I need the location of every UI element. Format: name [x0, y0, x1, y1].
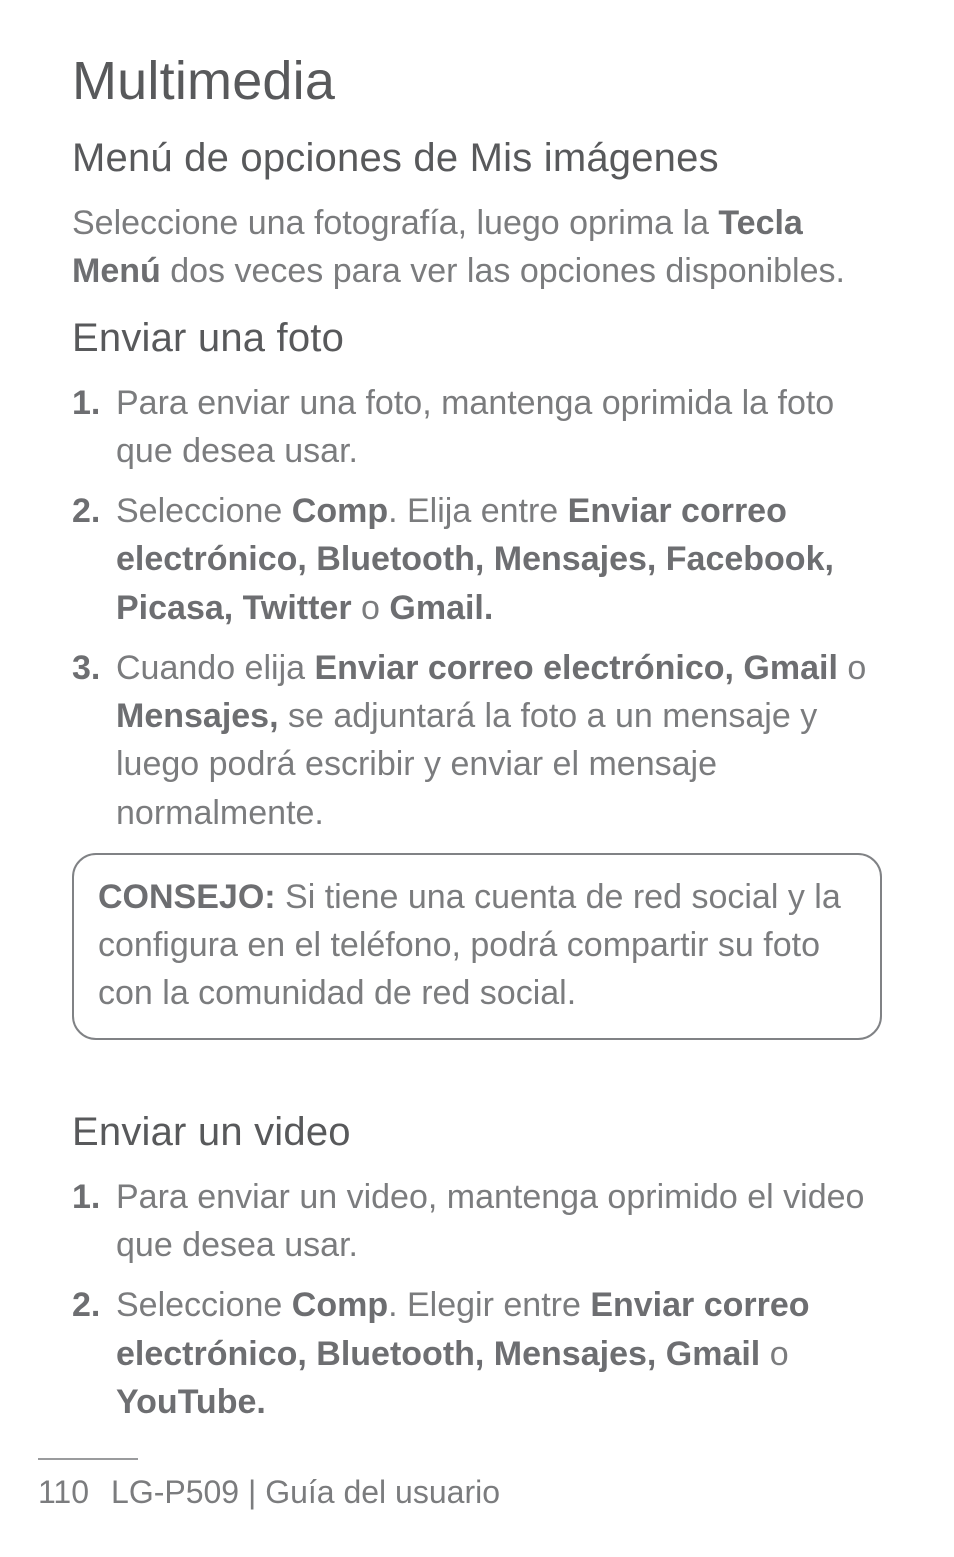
step-number: 3. — [72, 644, 100, 692]
text-run: o — [838, 649, 866, 687]
text-run: Seleccione — [116, 1286, 292, 1324]
list-item: 3. Cuando elija Enviar correo electrónic… — [72, 644, 882, 837]
step-number: 2. — [72, 487, 100, 535]
page-footer: 110 LG-P509 | Guía del usuario — [0, 1458, 954, 1511]
text-run: Seleccione una fotografía, luego oprima … — [72, 204, 718, 242]
text-run: . Elegir entre — [388, 1286, 590, 1324]
section-heading-enviar-foto: Enviar una foto — [72, 316, 882, 361]
tip-label: CONSEJO: — [98, 878, 276, 916]
section-heading-enviar-video: Enviar un video — [72, 1110, 882, 1155]
step-text: Para enviar un video, mantenga oprimido … — [116, 1178, 864, 1264]
bold-mensajes: Mensajes, — [116, 697, 279, 735]
list-item: 2. Seleccione Comp. Elija entre Enviar c… — [72, 487, 882, 632]
text-run: dos veces para ver las opciones disponib… — [161, 252, 845, 290]
text-run: Seleccione — [116, 492, 292, 530]
list-item: 1. Para enviar un video, mantenga oprimi… — [72, 1173, 882, 1270]
document-id: LG-P509 | Guía del usuario — [111, 1474, 500, 1510]
step-number: 1. — [72, 379, 100, 427]
document-page: Multimedia Menú de opciones de Mis imáge… — [0, 0, 954, 1557]
footer-text: 110 LG-P509 | Guía del usuario — [38, 1474, 954, 1511]
section-1-paragraph: Seleccione una fotografía, luego oprima … — [72, 199, 882, 296]
enviar-foto-steps: 1. Para enviar una foto, mantenga oprimi… — [72, 379, 882, 837]
tip-box: CONSEJO: Si tiene una cuenta de red soci… — [72, 853, 882, 1040]
list-item: 1. Para enviar una foto, mantenga oprimi… — [72, 379, 882, 476]
enviar-video-steps: 1. Para enviar un video, mantenga oprimi… — [72, 1173, 882, 1426]
text-run: o — [770, 1335, 789, 1373]
text-run: Cuando elija — [116, 649, 314, 687]
page-title: Multimedia — [72, 50, 882, 112]
section-heading-menu-opciones: Menú de opciones de Mis imágenes — [72, 136, 882, 181]
bold-comp: Comp — [292, 1286, 388, 1324]
list-item: 2. Seleccione Comp. Elegir entre Enviar … — [72, 1281, 882, 1426]
bold-gmail: Gmail. — [389, 589, 493, 627]
step-text: Para enviar una foto, mantenga oprimida … — [116, 384, 834, 470]
page-number: 110 — [38, 1474, 89, 1511]
footer-rule — [38, 1458, 138, 1460]
bold-comp: Comp — [292, 492, 388, 530]
step-number: 2. — [72, 1281, 100, 1329]
step-number: 1. — [72, 1173, 100, 1221]
text-run: . Elija entre — [388, 492, 568, 530]
bold-youtube: YouTube. — [116, 1383, 266, 1421]
bold-enviar-correo-gmail: Enviar correo electrónico, Gmail — [314, 649, 837, 687]
text-run: o — [352, 589, 390, 627]
